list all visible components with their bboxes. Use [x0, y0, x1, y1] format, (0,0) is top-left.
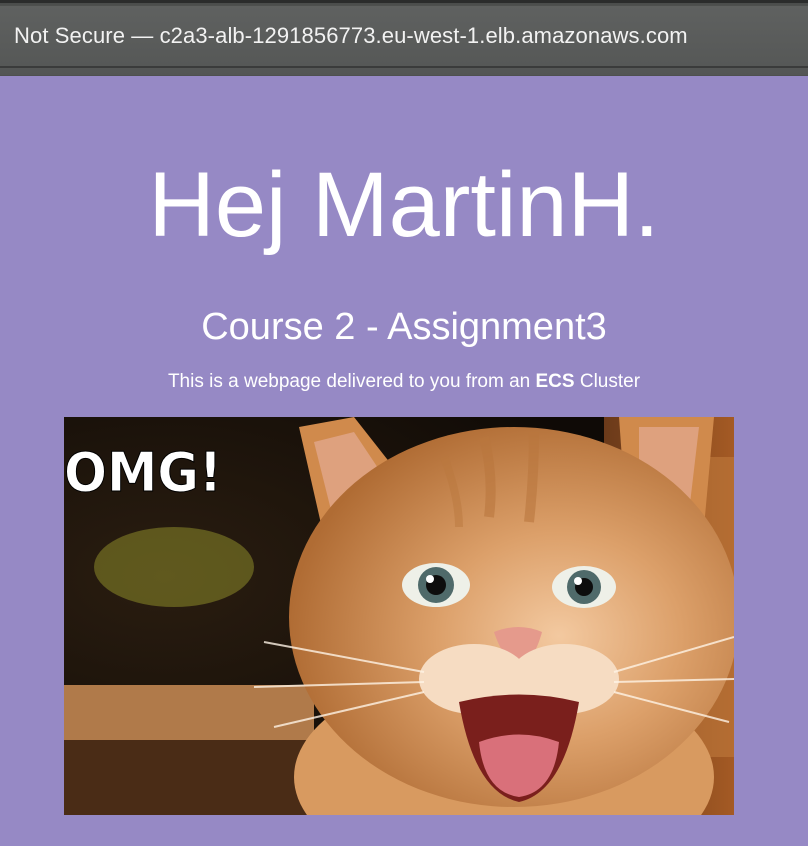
page-heading: Hej MartinH.	[148, 154, 660, 256]
page-content: Hej MartinH. Course 2 - Assignment3 This…	[0, 76, 808, 846]
kitten-illustration: OMG!	[64, 417, 734, 815]
page-url-title: Not Secure — c2a3-alb-1291856773.eu-west…	[14, 23, 688, 48]
page-subheading: Course 2 - Assignment3	[201, 306, 607, 348]
titlebar-bar: Not Secure — c2a3-alb-1291856773.eu-west…	[0, 6, 808, 68]
lead-prefix: This is a webpage delivered to you from …	[167, 371, 536, 392]
browser-titlebar: Not Secure — c2a3-alb-1291856773.eu-west…	[0, 0, 808, 76]
lead-bold: ECS	[535, 371, 575, 392]
kitten-image: OMG!	[64, 417, 734, 815]
lead-paragraph: This is a webpage delivered to you from …	[0, 370, 808, 394]
lead-suffix: Cluster	[574, 371, 641, 392]
omg-caption: OMG!	[64, 441, 222, 504]
